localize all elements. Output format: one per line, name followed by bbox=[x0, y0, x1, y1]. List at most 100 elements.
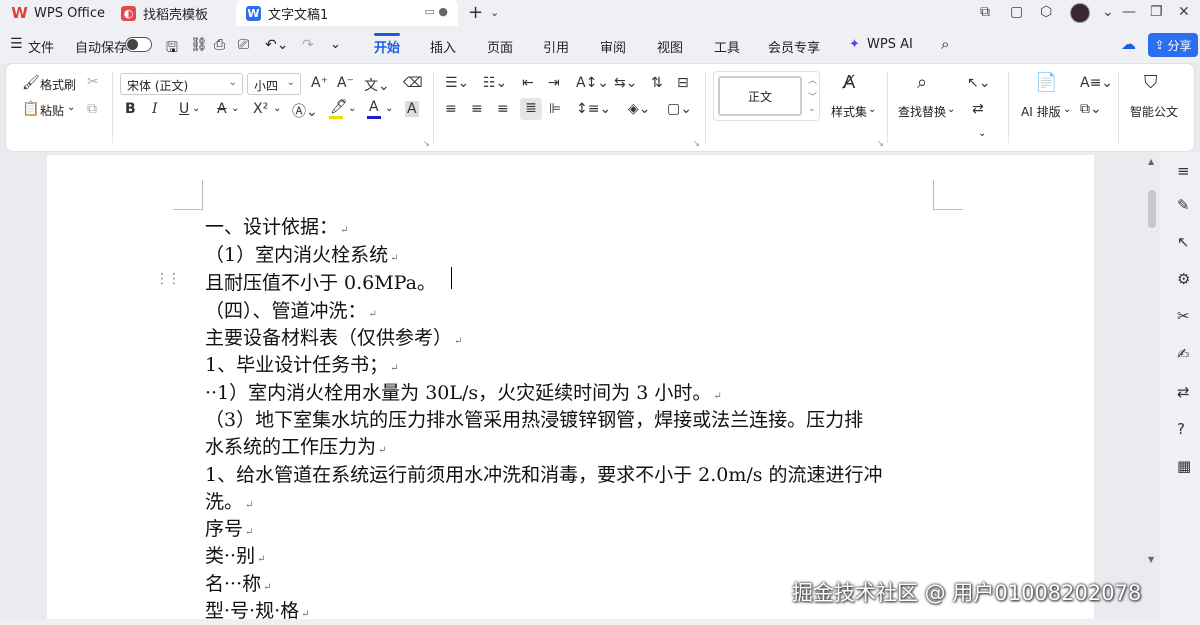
edit-pen-icon[interactable]: ✎ bbox=[1177, 196, 1190, 214]
tab-tools[interactable]: 工具 bbox=[714, 37, 740, 56]
grid-icon[interactable]: ▦ bbox=[1177, 457, 1191, 475]
increase-indent-icon[interactable]: ⇥ bbox=[548, 75, 560, 91]
doc-line[interactable]: 序号 ↵ bbox=[205, 514, 253, 541]
drag-handle-icon[interactable]: ⋮⋮ bbox=[155, 271, 181, 287]
superscript-button[interactable]: X² bbox=[253, 101, 268, 117]
format-painter-label[interactable]: 格式刷 bbox=[40, 76, 76, 93]
underline-dropdown-icon[interactable]: ⌄ bbox=[192, 103, 200, 114]
find-dropdown-icon[interactable]: ⌄ bbox=[947, 104, 955, 115]
doc-line[interactable]: 洗。 ↵ bbox=[205, 487, 253, 514]
script-dropdown-icon[interactable]: ⌄ bbox=[273, 103, 281, 114]
paste-label[interactable]: 粘贴 bbox=[40, 102, 64, 119]
font-color-dropdown-icon[interactable]: ⌄ bbox=[385, 103, 393, 114]
italic-button[interactable]: I bbox=[152, 101, 158, 117]
styles-dialog-launcher-icon[interactable]: ↘ bbox=[877, 139, 884, 148]
select-icon[interactable]: ↖⌄ bbox=[967, 75, 990, 91]
cube-icon[interactable]: ⬡ bbox=[1040, 4, 1052, 20]
pinyin-icon[interactable]: 文⌄ bbox=[364, 75, 390, 95]
gallery-up-icon[interactable]: ︿ bbox=[808, 73, 817, 86]
paragraph-dialog-launcher-icon[interactable]: ↘ bbox=[693, 139, 700, 148]
clear-format-icon[interactable]: ⌫ bbox=[403, 75, 423, 91]
tab-window-dot-icon[interactable]: ▭ ● bbox=[425, 5, 449, 18]
style-normal[interactable]: 正文 bbox=[718, 76, 802, 116]
tab-wps-office[interactable]: W WPS Office bbox=[11, 0, 105, 26]
highlight-icon[interactable]: 🖊 bbox=[330, 99, 348, 115]
tab-member[interactable]: 会员专享 bbox=[768, 37, 820, 56]
doc-line[interactable]: 且耐压值不小于 0.6MPa。 bbox=[205, 268, 436, 295]
undo-icon[interactable]: ↶⌄ bbox=[265, 37, 288, 53]
cut-icon[interactable]: ✂ bbox=[87, 74, 99, 90]
shading-icon[interactable]: ◈⌄ bbox=[628, 101, 651, 117]
tab-insert[interactable]: 插入 bbox=[430, 37, 456, 56]
style-set-icon[interactable]: A̸ bbox=[843, 72, 855, 93]
gallery-down-icon[interactable]: ﹀ bbox=[808, 90, 817, 103]
autosave-toggle[interactable] bbox=[125, 37, 152, 52]
bold-button[interactable]: B bbox=[125, 101, 136, 117]
ai-layout-label[interactable]: AI 排版 bbox=[1021, 103, 1061, 120]
save-icon[interactable]: 🖫 bbox=[166, 37, 178, 61]
show-marks-icon[interactable]: ⊟ bbox=[677, 75, 689, 91]
editing-more-icon[interactable]: ⌄ bbox=[978, 128, 986, 139]
sign-icon[interactable]: ✍ bbox=[1177, 345, 1190, 363]
menu-icon[interactable]: ☰ bbox=[10, 36, 23, 52]
print-icon[interactable]: ⎙ bbox=[214, 37, 225, 53]
justify-icon[interactable]: ≣ bbox=[520, 98, 542, 120]
bullet-list-icon[interactable]: ☰⌄ bbox=[445, 75, 469, 91]
find-replace-label[interactable]: 查找替换 bbox=[898, 103, 946, 120]
distributed-align-icon[interactable]: ⊫ bbox=[549, 101, 561, 117]
doc-line[interactable]: （3）地下室集水坑的压力排水管采用热浸镀锌钢管，焊接或法兰连接。压力排 bbox=[205, 405, 863, 432]
font-grow-icon[interactable]: A⁺ bbox=[311, 75, 328, 91]
doc-line[interactable]: （四）、管道冲洗： ↵ bbox=[205, 296, 377, 323]
scroll-up-icon[interactable]: ▲ bbox=[1148, 157, 1154, 166]
window-mode-icon[interactable]: ▢ bbox=[1010, 4, 1023, 20]
font-color-button[interactable]: A bbox=[369, 99, 379, 115]
shapes-icon[interactable]: ⧉⌄ bbox=[1080, 101, 1102, 117]
convert-icon[interactable]: ⇄ bbox=[972, 101, 984, 117]
doc-line[interactable]: 一、设计依据： ↵ bbox=[205, 212, 348, 239]
scrollbar-thumb[interactable] bbox=[1148, 190, 1156, 228]
text-direction-icon[interactable]: A↕⌄ bbox=[576, 75, 609, 91]
minimize-icon[interactable]: — bbox=[1122, 4, 1136, 20]
wps-ai-icon[interactable]: ✦ bbox=[849, 37, 860, 52]
sidebar-menu-icon[interactable]: ≡ bbox=[1177, 162, 1190, 180]
gallery-more-icon[interactable]: ⌄ bbox=[808, 104, 816, 114]
chevron-down-icon[interactable]: ⌄ bbox=[1102, 4, 1114, 20]
tab-view[interactable]: 视图 bbox=[657, 37, 683, 56]
help-icon[interactable]: ? bbox=[1177, 420, 1185, 438]
align-right-icon[interactable]: ≡ bbox=[497, 101, 509, 117]
screenshot-icon[interactable]: ⧉ bbox=[980, 4, 990, 20]
user-avatar[interactable] bbox=[1070, 3, 1090, 23]
search-icon[interactable]: ⌕ bbox=[941, 35, 949, 53]
tab-document[interactable]: W 文字文稿1 ▭ ● bbox=[236, 0, 458, 26]
translate-icon[interactable]: ⇄ bbox=[1177, 383, 1190, 401]
redo-icon[interactable]: ↷ bbox=[302, 37, 314, 53]
doc-line[interactable]: 主要设备材料表（仅供参考） ↵ bbox=[205, 323, 462, 350]
tab-home[interactable]: 开始 bbox=[374, 37, 400, 56]
close-icon[interactable]: ✕ bbox=[1178, 4, 1190, 20]
preview-icon[interactable]: ⎚ bbox=[238, 37, 249, 53]
doc-line[interactable]: 类··别 ↵ bbox=[205, 541, 265, 568]
tab-list-dropdown-icon[interactable]: ⌄ bbox=[490, 6, 499, 19]
doc-line[interactable]: 名···称 ↵ bbox=[205, 569, 272, 596]
doc-line[interactable]: 1、给水管道在系统运行前须用水冲洗和消毒，要求不小于 2.0m/s 的流速进行冲 bbox=[205, 460, 883, 487]
doc-line[interactable]: （1）室内消火栓系统 ↵ bbox=[205, 240, 398, 267]
find-icon[interactable]: ⌕ bbox=[917, 72, 927, 93]
new-tab-button[interactable]: + bbox=[468, 2, 483, 23]
decrease-indent-icon[interactable]: ⇤ bbox=[522, 75, 534, 91]
cloud-upload-icon[interactable]: ☁ bbox=[1121, 35, 1136, 53]
ai-layout-icon[interactable]: 📄 bbox=[1035, 72, 1057, 93]
adjust-sliders-icon[interactable]: ⚙ bbox=[1177, 270, 1190, 288]
text-tools-icon[interactable]: A≡⌄ bbox=[1080, 75, 1113, 91]
font-shrink-icon[interactable]: A⁻ bbox=[337, 75, 354, 91]
restore-icon[interactable]: ❐ bbox=[1150, 4, 1163, 20]
align-center-icon[interactable]: ≡ bbox=[471, 101, 483, 117]
font-size-select[interactable]: 小四 ⌄ bbox=[247, 73, 301, 95]
tab-wps-ai[interactable]: WPS AI bbox=[867, 37, 913, 52]
numbered-list-icon[interactable]: ☷⌄ bbox=[483, 75, 507, 91]
doc-line[interactable]: 1、毕业设计任务书； ↵ bbox=[205, 350, 398, 377]
doc-line[interactable]: ··1）室内消火栓用水量为 30L/s，火灾延续时间为 3 小时。 ↵ bbox=[205, 378, 722, 405]
doc-line[interactable]: 水系统的工作压力为 ↵ bbox=[205, 432, 386, 459]
strikethrough-button[interactable]: A bbox=[217, 101, 227, 117]
paste-dropdown-icon[interactable]: ⌄ bbox=[67, 102, 75, 113]
menu-file[interactable]: 文件 bbox=[28, 37, 54, 56]
